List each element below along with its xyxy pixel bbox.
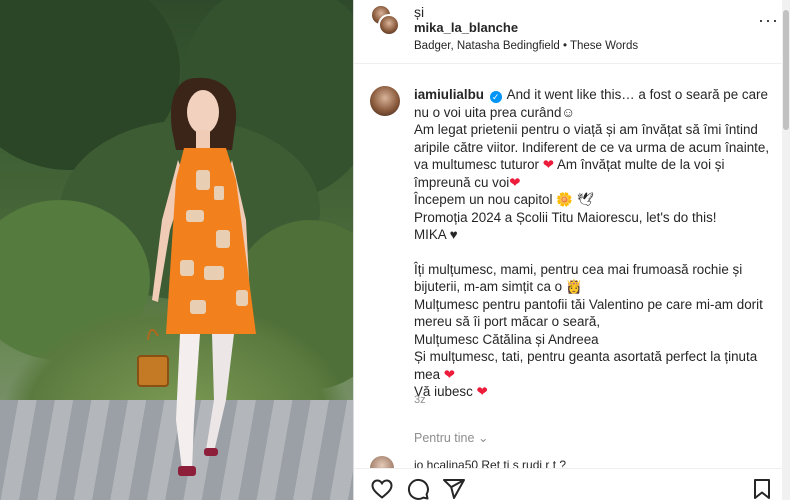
bird-emoji-icon: 🕊: [576, 192, 594, 207]
post-detail-panel: și mika_la_blanche Badger, Natasha Bedin…: [353, 0, 790, 500]
chevron-down-icon: ⌄: [477, 431, 489, 445]
comment-icon[interactable]: [406, 477, 430, 500]
post-header: și mika_la_blanche Badger, Natasha Bedin…: [354, 0, 790, 64]
scrollbar[interactable]: [782, 0, 790, 500]
action-bar: [354, 468, 790, 500]
post-photo[interactable]: [0, 0, 353, 500]
collab-username[interactable]: mika_la_blanche: [414, 20, 518, 35]
caption-line: Vă iubesc ❤: [414, 384, 488, 399]
scrollbar-thumb[interactable]: [783, 10, 789, 130]
black-heart-emoji-icon: ♥: [449, 227, 458, 242]
smile-emoji-icon: ☺: [561, 104, 576, 120]
model-figure: [137, 77, 256, 476]
collab-joiner: și: [414, 4, 425, 20]
audio-label[interactable]: Badger, Natasha Bedingfield • These Word…: [414, 40, 638, 52]
heart-emoji-icon: ❤: [476, 384, 488, 399]
caption-line: Am legat prietenii pentru o viață și am …: [414, 122, 770, 190]
caption-line: MIKA ♥: [414, 227, 458, 242]
caption-line: Și mulțumesc, tati, pentru geanta asorta…: [414, 349, 758, 382]
heart-emoji-icon: ❤: [509, 174, 521, 190]
heart-emoji-icon: ❤: [542, 157, 554, 172]
caption-line: Începem un nou capitol 🌼 🕊: [414, 192, 594, 207]
sun-emoji-icon: 🌼: [556, 192, 573, 207]
heart-emoji-icon: ❤: [443, 366, 456, 382]
translate-link[interactable]: Pentru tine ⌄: [414, 430, 488, 445]
author-username[interactable]: iamiulialbu: [414, 87, 484, 102]
more-horizontal-icon[interactable]: ···: [758, 10, 779, 31]
save-icon[interactable]: [750, 477, 774, 500]
like-icon[interactable]: [370, 477, 394, 500]
share-icon[interactable]: [442, 477, 466, 500]
post-time[interactable]: 3z: [414, 394, 426, 406]
verified-badge-icon: ✓: [489, 91, 502, 103]
author-avatar[interactable]: [370, 86, 400, 116]
caption-text: iamiulialbu ✓ And it went like this… a f…: [414, 86, 784, 401]
caption-line: Promoția 2024 a Școlii Titu Maiorescu, l…: [414, 209, 717, 225]
caption-line: Mulțumesc Cătălina și Andreea: [414, 331, 599, 347]
avatar[interactable]: [378, 14, 400, 36]
princess-emoji-icon: 👸: [565, 279, 583, 294]
caption-line: Îți mulțumesc, mami, pentru cea mai frum…: [414, 261, 743, 295]
caption-line: Mulțumesc pentru pantofii tăi Valentino …: [414, 296, 763, 330]
